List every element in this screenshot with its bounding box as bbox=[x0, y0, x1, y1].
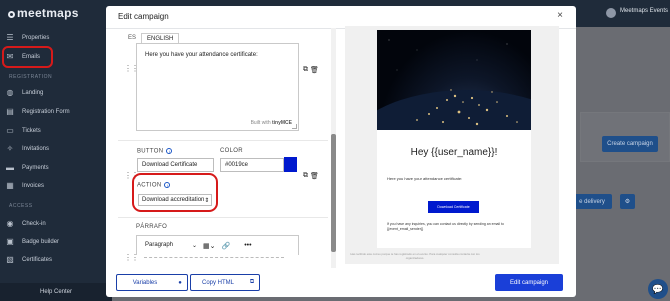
chat-icon[interactable]: 💬 bbox=[648, 279, 668, 299]
resize-handle-icon[interactable] bbox=[292, 124, 297, 129]
text-block-content[interactable]: Here you have your attendance certificat… bbox=[145, 52, 258, 58]
app-logo[interactable]: meetmaps bbox=[8, 6, 79, 20]
color-swatch[interactable] bbox=[284, 157, 297, 172]
table-icon[interactable]: ▦⌄ bbox=[203, 242, 215, 250]
copy-icon[interactable]: ⧉ bbox=[303, 66, 308, 74]
sidebar-item-check-in[interactable]: ◉ Check-in bbox=[6, 215, 106, 232]
gear-icon[interactable]: ⚙ bbox=[620, 194, 635, 209]
preview-legal-text: Has recibido este correo porque te has r… bbox=[350, 252, 480, 260]
copy-html-button[interactable]: Copy HTML ⧉ bbox=[190, 274, 260, 291]
format-select[interactable]: Paragraph ⌄ bbox=[145, 242, 197, 249]
sidebar-item-payments[interactable]: ▬ Payments bbox=[6, 159, 106, 176]
check-icon: ◉ bbox=[6, 219, 14, 228]
text-block-tools: ⧉ 🗑 bbox=[303, 66, 319, 74]
modal-title: Edit campaign bbox=[118, 12, 169, 21]
preview-heading: Hey {{user_name}}! bbox=[410, 147, 498, 158]
section-divider bbox=[118, 217, 328, 218]
sidebar-item-badge-builder[interactable]: ▣ Badge builder bbox=[6, 233, 106, 250]
sidebar-item-invoices[interactable]: ▦ Invoices bbox=[6, 177, 106, 194]
preview-footer-text: If you have any inquiries, you can conta… bbox=[387, 222, 504, 231]
help-center-button[interactable]: Help Center bbox=[0, 283, 112, 301]
chevron-down-icon: ⌄ bbox=[191, 243, 197, 249]
preview-download-button: Download Certificate bbox=[428, 201, 479, 213]
card-icon: ▬ bbox=[6, 163, 14, 172]
copy-icon: ⧉ bbox=[249, 279, 255, 285]
globe-icon: ◍ bbox=[6, 88, 14, 97]
city-lights-image bbox=[377, 39, 531, 130]
sidebar-item-registration-form[interactable]: ▤ Registration Form bbox=[6, 103, 106, 120]
sidebar-item-landing[interactable]: ◍ Landing bbox=[6, 84, 106, 101]
earth-night-image bbox=[377, 30, 531, 130]
ticket-icon: ▭ bbox=[6, 126, 14, 135]
paragraph-content[interactable] bbox=[144, 257, 284, 261]
info-icon: ● bbox=[178, 279, 182, 286]
emails-highlight-annotation bbox=[2, 46, 53, 68]
color-field-label: COLOR bbox=[220, 148, 243, 154]
more-icon[interactable]: ••• bbox=[244, 242, 251, 249]
sidebar-item-certificates[interactable]: ▧ Certificates bbox=[6, 251, 106, 268]
preview-text: Here you have your attendance certificat… bbox=[387, 176, 463, 181]
edit-campaign-button[interactable]: Edit campaign bbox=[495, 274, 563, 291]
link-icon[interactable]: 🔗 bbox=[221, 242, 230, 250]
trash-icon[interactable]: 🗑 bbox=[310, 172, 319, 180]
sidebar-item-properties[interactable]: ☰ Properties bbox=[6, 29, 106, 46]
list-icon: ☰ bbox=[6, 33, 14, 42]
button-text-input[interactable]: Download Certificate bbox=[137, 158, 214, 172]
color-input[interactable]: #0019ce bbox=[220, 158, 284, 172]
copy-icon[interactable]: ⧉ bbox=[303, 172, 308, 180]
form-icon: ▤ bbox=[6, 107, 14, 116]
text-block-editor[interactable]: Here you have your attendance certificat… bbox=[136, 43, 299, 131]
variables-button[interactable]: Variables ● bbox=[116, 274, 188, 291]
editor-scrollbar-thumb[interactable] bbox=[331, 134, 336, 252]
section-divider bbox=[118, 140, 328, 141]
info-icon[interactable]: i bbox=[166, 148, 173, 154]
tinymce-branding: Built with tinyMCE bbox=[250, 120, 292, 126]
close-icon[interactable]: × bbox=[557, 10, 563, 21]
preview-card: Hey {{user_name}}! Here you have your at… bbox=[377, 30, 531, 248]
user-name[interactable]: Meetmaps Events bbox=[620, 8, 668, 14]
create-campaign-button[interactable]: Create campaign bbox=[602, 136, 658, 152]
sidebar-section-registration: REGISTRATION bbox=[9, 74, 53, 80]
paragraph-field-label: PÁRRAFO bbox=[136, 224, 168, 230]
badge-icon: ▣ bbox=[6, 237, 14, 246]
sidebar-section-access: ACCESS bbox=[9, 203, 33, 209]
user-avatar[interactable] bbox=[606, 8, 616, 18]
email-preview: Hey {{user_name}}! Here you have your at… bbox=[345, 26, 559, 264]
action-highlight-annotation bbox=[132, 173, 218, 212]
invoice-icon: ▦ bbox=[6, 181, 14, 190]
button-block-tools: ⧉ 🗑 bbox=[303, 172, 319, 180]
trash-icon[interactable]: 🗑 bbox=[310, 66, 319, 74]
paragraph-toolbar: Paragraph ⌄ ▦⌄ 🔗 ••• bbox=[136, 235, 299, 255]
invite-icon: ✧ bbox=[6, 144, 14, 153]
sidebar-item-invitations[interactable]: ✧ Invitations bbox=[6, 140, 106, 157]
button-field-label: BUTTON i bbox=[137, 148, 173, 155]
drag-handle-icon[interactable]: ⋮⋮ bbox=[124, 254, 139, 262]
sidebar-item-tickets[interactable]: ▭ Tickets bbox=[6, 122, 106, 139]
delivery-button[interactable]: e delivery bbox=[572, 194, 612, 209]
certificate-icon: ▧ bbox=[6, 255, 14, 264]
